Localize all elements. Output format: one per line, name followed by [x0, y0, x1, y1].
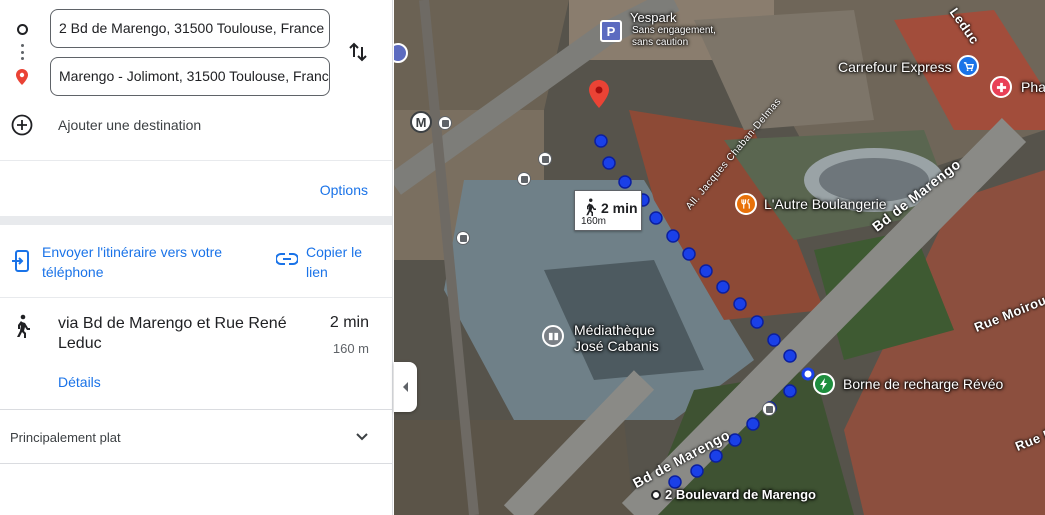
origin-map-dot-icon[interactable]: [651, 490, 661, 500]
shopping-cart-icon[interactable]: [957, 55, 979, 77]
place-sublabel: Sans engagement,: [632, 25, 716, 36]
walk-duration-label: 2 min 160m: [574, 190, 642, 231]
details-link[interactable]: Détails: [58, 374, 101, 390]
send-to-phone-label: Envoyer l'itinéraire vers votre téléphon…: [42, 244, 223, 280]
place-label-mediatheque[interactable]: José Cabanis: [574, 338, 659, 354]
phone-send-icon: [12, 250, 32, 272]
elevation-row[interactable]: Principalement plat: [0, 409, 392, 464]
place-label-carrefour[interactable]: Carrefour Express: [838, 59, 952, 75]
section-divider: [0, 216, 392, 225]
destination-input[interactable]: Marengo - Jolimont, 31500 Toulouse, Fran…: [50, 57, 330, 96]
bus-stop-icon[interactable]: [517, 172, 531, 186]
copy-link-label: Copier le lien: [306, 244, 363, 280]
place-label-pharmacy[interactable]: Pha: [1021, 79, 1045, 95]
route-duration: 2 min: [329, 314, 369, 331]
charging-station-icon[interactable]: [813, 373, 835, 395]
route-option[interactable]: via Bd de Marengo et Rue René Leduc 2 mi…: [0, 298, 392, 408]
pharmacy-icon[interactable]: [990, 76, 1012, 98]
bus-stop-icon[interactable]: [762, 402, 776, 416]
add-destination-label: Ajouter une destination: [58, 117, 202, 133]
link-icon: [275, 252, 299, 266]
bus-stop-icon[interactable]: [456, 231, 470, 245]
route-name: via Bd de Marengo et Rue René Leduc: [58, 315, 287, 352]
walk-distance: 160m: [581, 216, 607, 227]
library-icon[interactable]: [542, 325, 564, 347]
add-destination-row[interactable]: Ajouter une destination: [0, 110, 392, 140]
walking-icon: [13, 314, 31, 338]
walk-time: 2 min: [601, 200, 638, 216]
place-label-mediatheque[interactable]: Médiathèque: [574, 322, 655, 338]
place-sublabel: sans caution: [632, 37, 689, 48]
add-circle-icon: [11, 114, 33, 136]
metro-icon[interactable]: M: [410, 111, 432, 133]
collapse-panel-button[interactable]: [394, 362, 417, 412]
chevron-down-icon: [355, 430, 369, 444]
map-view[interactable]: 2 min 160m P Yespark Sans engagement, sa…: [394, 0, 1045, 515]
chevron-left-icon: [402, 382, 408, 392]
destination-row: Marengo - Jolimont, 31500 Toulouse, Fran…: [0, 57, 392, 97]
directions-panel: 2 Bd de Marengo, 31500 Toulouse, France …: [0, 0, 393, 515]
options-button[interactable]: Options: [320, 182, 368, 198]
parking-icon[interactable]: P: [600, 20, 622, 42]
elevation-label: Principalement plat: [10, 430, 121, 445]
origin-row: 2 Bd de Marengo, 31500 Toulouse, France: [0, 9, 392, 49]
origin-input[interactable]: 2 Bd de Marengo, 31500 Toulouse, France: [50, 9, 330, 48]
place-label-yespark[interactable]: Yespark: [630, 10, 677, 25]
bus-stop-icon[interactable]: [538, 152, 552, 166]
place-label-boulevard[interactable]: 2 Boulevard de Marengo: [665, 487, 816, 502]
place-label-borne[interactable]: Borne de recharge Révéo: [843, 376, 1003, 392]
restaurant-icon[interactable]: [735, 193, 757, 215]
destination-pin-icon: [14, 69, 30, 85]
walking-icon: [586, 198, 596, 216]
origin-circle-icon: [14, 21, 30, 37]
bus-stop-icon[interactable]: [438, 116, 452, 130]
place-label-boulangerie[interactable]: L'Autre Boulangerie: [764, 196, 887, 212]
swap-icon[interactable]: [346, 40, 370, 64]
divider: [0, 160, 392, 161]
route-distance: 160 m: [332, 341, 369, 356]
destination-map-pin-icon[interactable]: [589, 80, 609, 108]
